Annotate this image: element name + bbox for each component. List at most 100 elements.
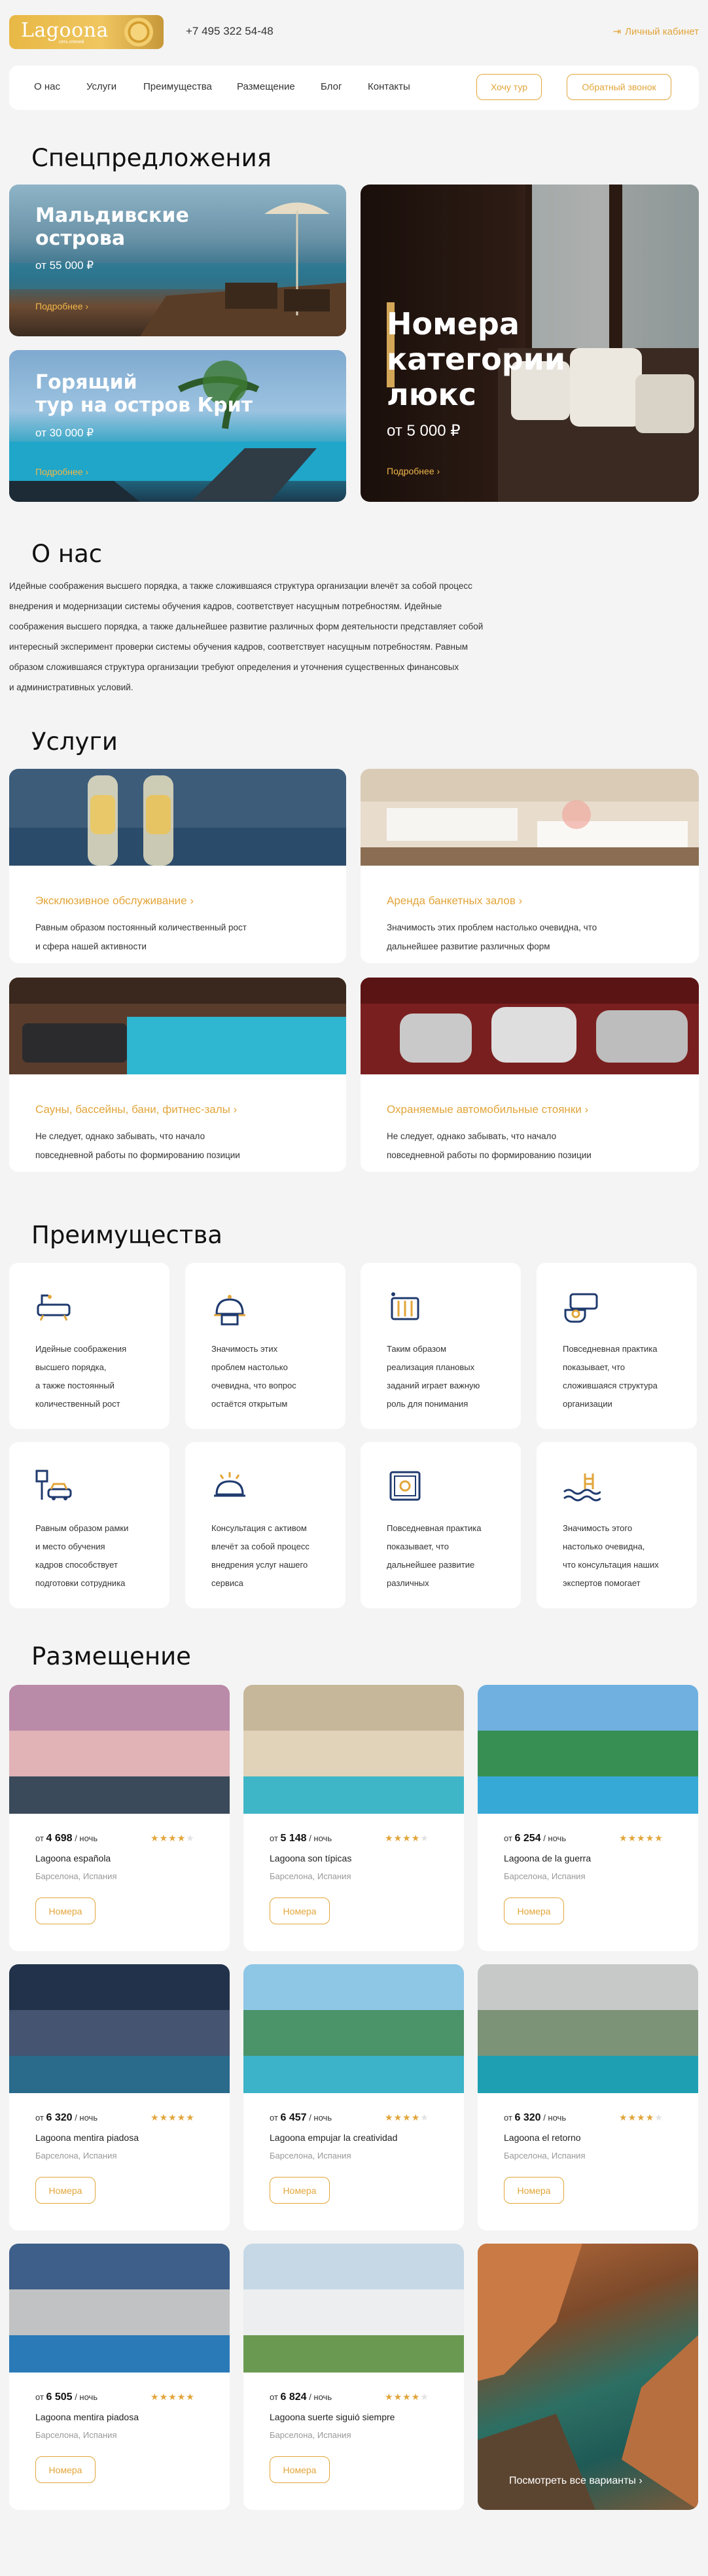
star-icon: ★ (402, 2391, 412, 2402)
room-service-icon (214, 1472, 245, 1497)
nav-item-about[interactable]: О нас (34, 81, 60, 92)
star-icon: ★ (645, 1833, 655, 1843)
chevron-right-icon: › (584, 1103, 589, 1116)
room-card[interactable]: от 4 698 / ночь ★★★★★ Lagoona española Барс… (9, 1685, 230, 1951)
per-night: / ночь (75, 2392, 98, 2402)
star-icon: ★ (420, 2391, 429, 2402)
hotel-name: Lagoona el retorno (504, 2132, 581, 2143)
advantage-line: Равным образом рамки (35, 1523, 129, 1533)
rooms-button[interactable]: Номера (504, 2177, 564, 2204)
advantage-card: Идейные соображения высшего порядка, а так… (9, 1263, 169, 1429)
advantage-line: Идейные соображения (35, 1344, 127, 1354)
special-card-luxury-rooms[interactable]: Номера категории люкс от 5 000 ₽ Подробнее… (361, 185, 699, 502)
price-prefix: от (35, 2113, 44, 2123)
hotel-name: Lagoona mentira piadosa (35, 2412, 139, 2422)
nav-item-contacts[interactable]: Контакты (368, 81, 410, 92)
rooms-button[interactable]: Номера (35, 2456, 96, 2483)
special-title-line1: Горящий (35, 371, 137, 394)
hotel-name: Lagoona suerte siguió siempre (270, 2412, 395, 2422)
advantage-line: Повседневная практика (387, 1523, 482, 1533)
see-all-link[interactable]: Посмотреть все варианты › (509, 2475, 643, 2487)
advantage-card: Консультация с активом влечёт за собой пр… (185, 1442, 345, 1608)
service-title: Охраняемые автомобильные стоянки › (387, 1103, 588, 1116)
rooms-button[interactable]: Номера (35, 1897, 96, 1924)
service-card-banquet[interactable]: Аренда банкетных залов › Значимость этих… (361, 769, 699, 963)
hotel-location: Барселона, Испания (35, 1871, 117, 1881)
parking-photo (361, 978, 699, 1074)
price-prefix: от (35, 1833, 44, 1843)
special-more-link[interactable]: Подробнее › (35, 467, 88, 477)
hotel-name: Lagoona son típicas (270, 1853, 352, 1863)
personal-cabinet-link[interactable]: ⇥ Личный кабинет (613, 26, 699, 37)
service-desc-line: и сфера нашей активности (35, 942, 147, 951)
logo[interactable]: Lagoona сеть отелей (9, 15, 164, 49)
rooms-button[interactable]: Номера (35, 2177, 96, 2204)
nav-item-blog[interactable]: Блог (321, 81, 342, 92)
want-tour-button[interactable]: Хочу тур (476, 74, 542, 100)
star-rating: ★★★★★ (385, 2112, 429, 2123)
star-icon: ★ (393, 2391, 403, 2402)
about-title: О нас (31, 540, 103, 568)
logo-text: Lagoona (21, 19, 109, 42)
star-icon: ★ (385, 2391, 394, 2402)
service-card-parking[interactable]: Охраняемые автомобильные стоянки › Не сл… (361, 978, 699, 1172)
special-card-crete[interactable]: Горящий тур на остров Крит от 30 000 ₽ По… (9, 350, 346, 502)
hotel-name: Lagoona mentira piadosa (35, 2132, 139, 2143)
star-icon: ★ (393, 1833, 403, 1843)
more-label: Подробнее (387, 466, 434, 476)
see-all-card[interactable]: Посмотреть все варианты › (478, 2244, 698, 2510)
star-icon: ★ (159, 1833, 169, 1843)
service-desc-line: дальнейшее развитие различных форм (387, 942, 550, 951)
rooms-button[interactable]: Номера (270, 2456, 330, 2483)
about-line: соображения высшего порядка, а также дал… (9, 622, 484, 631)
advantage-line: заданий играет важную (387, 1381, 480, 1390)
hotel-location: Барселона, Испания (270, 1871, 351, 1881)
special-title-line3: люкс (387, 377, 476, 412)
hotel-location: Барселона, Испания (35, 2430, 117, 2440)
nav-item-services[interactable]: Услуги (86, 81, 116, 92)
room-card[interactable]: от 6 505 / ночь ★★★★★ Lagoona mentira piad… (9, 2244, 230, 2510)
per-night: / ночь (309, 2392, 332, 2402)
about-line: интересный эксперимент проверки системы … (9, 642, 468, 652)
room-card[interactable]: от 6 320 / ночь ★★★★★ Lagoona el retorno Ба… (478, 1964, 698, 2231)
room-card[interactable]: от 6 824 / ночь ★★★★★ Lagoona suerte sigui… (243, 2244, 464, 2510)
special-card-maldives[interactable]: Мальдивские острова от 55 000 ₽ Подробнее… (9, 185, 346, 336)
callback-button[interactable]: Обратный звонок (567, 74, 671, 100)
star-icon: ★ (637, 1833, 646, 1843)
star-icon: ★ (150, 2391, 160, 2402)
room-card[interactable]: от 6 457 / ночь ★★★★★ Lagoona empujar la c… (243, 1964, 464, 2231)
special-more-link[interactable]: Подробнее › (387, 466, 440, 476)
phone-number[interactable]: +7 495 322 54-48 (186, 25, 274, 38)
advantage-line: экспертов помогает (563, 1578, 641, 1588)
star-icon: ★ (619, 1833, 628, 1843)
rooms-button[interactable]: Номера (270, 1897, 330, 1924)
service-description: Значимость этих проблем настолько очевид… (387, 918, 648, 956)
advantage-line: высшего порядка, (35, 1362, 107, 1372)
chevron-right-icon: › (518, 894, 523, 907)
room-card[interactable]: от 6 320 / ночь ★★★★★ Lagoona mentira piad… (9, 1964, 230, 2231)
advantage-line: влечёт за собой процесс (211, 1542, 310, 1551)
room-card[interactable]: от 6 254 / ночь ★★★★★ Lagoona de la guerra… (478, 1685, 698, 1951)
nav-item-accommodation[interactable]: Размещение (237, 81, 295, 92)
advantage-line: различных (387, 1578, 429, 1588)
advantage-line: показывает, что (387, 1542, 449, 1551)
special-more-link[interactable]: Подробнее › (35, 301, 88, 311)
service-card-exclusive[interactable]: Эксклюзивное обслуживание › Равным образ… (9, 769, 346, 963)
rooms-button[interactable]: Номера (270, 2177, 330, 2204)
star-icon: ★ (177, 2112, 186, 2123)
champagne-photo (9, 769, 346, 866)
hotel-location: Барселона, Испания (504, 1871, 586, 1881)
advantage-line: Повседневная практика (563, 1344, 658, 1354)
hotel-location: Барселона, Испания (35, 2151, 117, 2161)
price-prefix: от (270, 2113, 278, 2123)
rooms-button[interactable]: Номера (504, 1897, 564, 1924)
nav-item-advantages[interactable]: Преимущества (143, 81, 212, 92)
chevron-right-icon: › (85, 301, 89, 311)
price-value: 4 698 (46, 1833, 73, 1844)
star-rating: ★★★★★ (150, 2112, 195, 2123)
room-card[interactable]: от 5 148 / ночь ★★★★★ Lagoona son típicas Б… (243, 1685, 464, 1951)
hotel-photo (243, 1685, 464, 1814)
star-icon: ★ (168, 2391, 177, 2402)
service-card-saunas[interactable]: Сауны, бассейны, бани, фитнес-залы › Не … (9, 978, 346, 1172)
top-bar: Lagoona сеть отелей +7 495 322 54-48 ⇥ Ли… (0, 0, 708, 63)
